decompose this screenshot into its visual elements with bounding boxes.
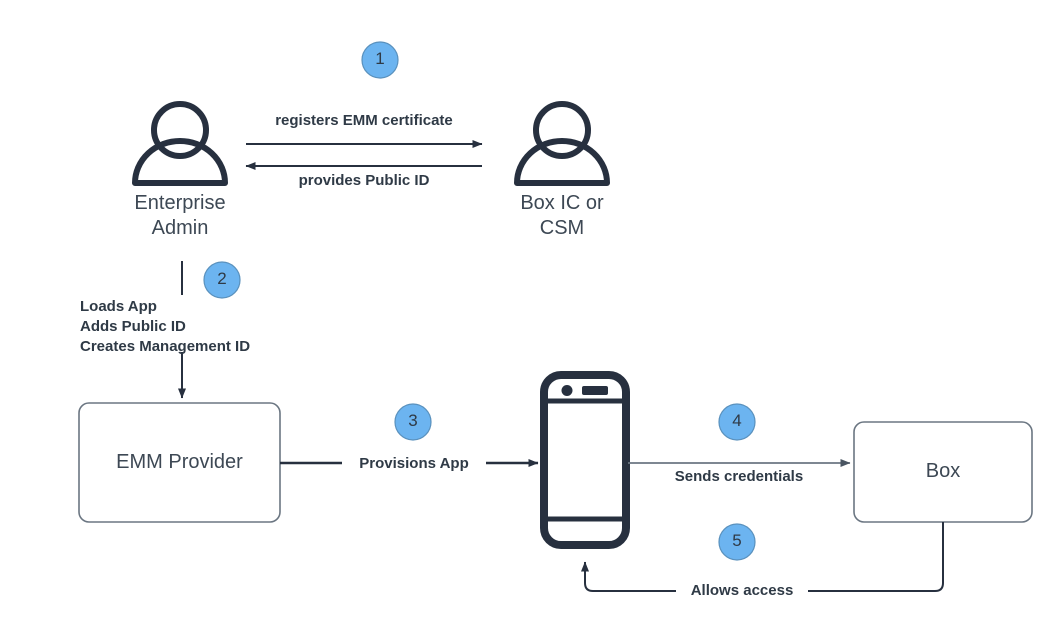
mobile-phone-icon[interactable] (540, 371, 630, 549)
admin-steps-line3: Creates Management ID (80, 338, 251, 355)
person-icon-box-ic-csm (514, 101, 610, 186)
edge-label-provisions-app: Provisions App (342, 455, 486, 473)
edge-label-allows-access: Allows access (676, 582, 808, 600)
edge-allows-access-arrow (581, 522, 944, 592)
person-icon-enterprise-admin (132, 101, 228, 186)
admin-steps-line1: Loads App (80, 298, 157, 315)
step-badge-4-label: 4 (732, 411, 742, 430)
edge-label-registers-emm-certificate: registers EMM certificate (275, 112, 453, 129)
actor-label-box-ic-csm-line2: CSM (539, 217, 585, 239)
step-badge-1-label: 1 (375, 49, 385, 68)
actor-label-enterprise-admin-line2: Admin (151, 217, 209, 239)
step-badge-5-label: 5 (732, 531, 742, 550)
diagram-canvas: 1 2 3 4 5 Enterprise Admin Box IC or CSM… (0, 0, 1062, 634)
actor-label-enterprise-admin-line1: Enterprise (134, 192, 226, 214)
admin-steps-line2: Adds Public ID (80, 318, 186, 335)
edge-label-sends-credentials: Sends credentials (674, 468, 804, 485)
step-badge-2-label: 2 (217, 269, 227, 288)
actor-label-box-ic-csm-line1: Box IC or (520, 192, 604, 214)
node-label-emm-provider: EMM Provider (116, 451, 243, 473)
step-badge-3-label: 3 (408, 411, 418, 430)
node-label-box: Box (925, 460, 961, 482)
edge-label-provides-public-id: provides Public ID (298, 172, 430, 189)
